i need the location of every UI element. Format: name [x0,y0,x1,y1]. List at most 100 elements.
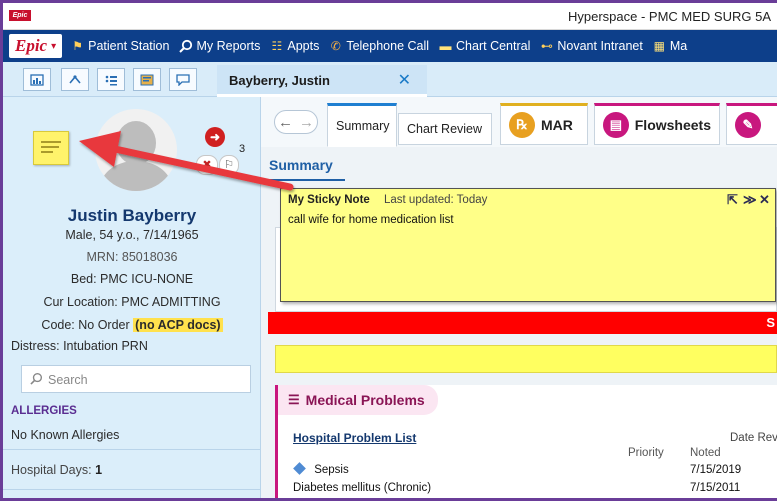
patient-storyboard: ➜ ✖ ⚐ 3 Justin Bayberry Male, 54 y.o., 7… [3,97,261,498]
workspace-tab-row: Bayberry, Justin ✕ [3,62,777,97]
alert-banner[interactable]: S [268,312,777,334]
toolbar-item-label: Chart Central [456,39,531,53]
hospital-days-value: 1 [95,463,103,477]
toolbar-item-label: Telephone Call [346,39,430,53]
toolbar-item-label: Patient Station [88,39,170,53]
toolbar-item-label: Novant Intranet [557,39,643,53]
flag-count: 3 [239,143,246,155]
toolbar-chart-central[interactable]: ▬ Chart Central [438,39,531,53]
dashboard-icon[interactable] [23,68,51,91]
back-arrow-icon[interactable]: ← [278,114,293,131]
search-icon [30,372,43,388]
chevron-down-icon: ▾ [51,40,57,52]
patient-mrn: MRN: 85018036 [86,250,178,264]
epic-logo: Epic [15,36,48,55]
toolbar-patient-station[interactable]: ⚑ Patient Station [70,39,169,53]
hospital-problem-list-link[interactable]: Hospital Problem List [293,431,416,445]
sticky-note-text[interactable]: call wife for home medication list [288,214,454,226]
distress-status: Distress: Intubation PRN [11,339,148,353]
tab-label: Chart Review [407,122,483,136]
hospital-days-label: Hospital Days: [11,463,92,477]
patient-tab-name: Bayberry, Justin [229,73,330,88]
column-priority: Priority [628,447,664,459]
binoculars-icon: ⊷ [540,39,553,53]
patient-bed: Bed: PMC ICU-NONE [70,272,194,286]
telephone-icon: ✆ [330,39,341,53]
toolbar-item-label: Appts [287,39,320,53]
window-title: Hyperspace - PMC MED SURG 5A [568,9,771,24]
tab-summary[interactable]: Summary [327,103,397,147]
toolbar-item-label: My Reports [196,39,261,53]
tab-chart-review[interactable]: Chart Review [398,113,492,145]
pin-icon[interactable]: ⇱ [727,192,738,208]
patient-demographics: Male, 54 y.o., 7/14/1965 [65,228,199,242]
problem-marker-icon [293,462,306,475]
patient-lists-icon[interactable] [61,68,89,91]
close-icon[interactable]: ✕ [398,70,411,90]
toolbar-novant-intranet[interactable]: ⊷ Novant Intranet [539,39,643,53]
section-title: Medical Problems [305,392,425,408]
toolbar-telephone-call[interactable]: ✆ Telephone Call [328,39,429,53]
hyperspace-window: Epic Hyperspace - PMC MED SURG 5A Epic ▾… [3,3,777,498]
sticky-note-icon[interactable] [33,131,69,165]
column-noted: Noted [690,447,721,459]
code-status[interactable]: Code: No Order (no ACP docs) [3,318,261,332]
main-toolbar: Epic ▾ ⚑ Patient Station My Reports ☷ Ap… [3,30,777,62]
calendar-icon: ▦ [653,39,666,53]
tab-label: MAR [541,117,573,133]
activity-icon: ✎ [735,112,761,138]
toolbar-appts[interactable]: ☷ Appts [269,39,319,53]
tab-flowsheets[interactable]: ▤ Flowsheets [594,103,720,145]
toolbar-item-label: Ma [669,39,688,53]
epic-app-icon: Epic [9,10,31,21]
toolbar-ma[interactable]: ▦ Ma [652,39,688,53]
search-placeholder: Search [48,373,88,387]
activity-tab-bar: ← → Summary Chart Review ℞ MAR ▤ Flowshe… [261,97,777,147]
schedule-icon[interactable] [133,68,161,91]
patient-station-icon: ⚑ [72,39,84,53]
divider [3,489,261,490]
problem-list-icon: ☰ [288,392,300,407]
chat-icon[interactable] [169,68,197,91]
chart-central-icon: ▬ [439,39,452,53]
tab-next[interactable]: ✎ [726,103,777,145]
storyboard-search-input[interactable]: Search [21,365,251,393]
sticky-note-updated: Last updated: Today [384,194,488,206]
sticky-note-title: My Sticky Note [288,194,370,206]
alert-banner-text: S [766,315,775,330]
allergies-value: No Known Allergies [11,428,120,442]
notice-banner[interactable] [275,345,777,373]
isolation-icon[interactable]: ✖ [196,155,218,175]
tab-label: Summary [336,119,390,133]
appointments-icon: ☷ [271,39,283,53]
search-icon [178,39,193,53]
forward-arrow-icon[interactable]: → [299,114,314,131]
mar-icon: ℞ [509,112,535,138]
title-underline [261,179,345,181]
allergies-heading[interactable]: ALLERGIES [11,405,77,417]
collapse-icon[interactable]: ≫ [743,192,757,208]
flowsheets-icon: ▤ [603,112,629,138]
problem-name: Sepsis [314,464,349,476]
history-navigation[interactable]: ← → [274,110,318,134]
column-date-reviewed: Date Revie [730,432,777,444]
medical-problems-section: ☰ Medical Problems Hospital Problem List… [275,385,777,498]
close-icon[interactable]: ✕ [759,192,770,208]
problem-row[interactable]: Sepsis 7/15/2019 [293,462,777,479]
problem-row[interactable]: Diabetes mellitus (Chronic) 7/15/2011 [293,481,777,497]
patient-tab[interactable]: Bayberry, Justin ✕ [217,65,427,97]
problem-noted: 7/15/2011 [690,482,741,494]
acp-badge: (no ACP docs) [133,318,223,332]
tab-mar[interactable]: ℞ MAR [500,103,588,145]
medical-problems-header[interactable]: ☰ Medical Problems [278,385,438,415]
sticky-note-popup[interactable]: My Sticky Note Last updated: Today call … [280,188,776,302]
hospital-days: Hospital Days: 1 [11,463,102,477]
toolbar-my-reports[interactable]: My Reports [178,39,260,53]
title-bar: Epic Hyperspace - PMC MED SURG 5A [3,3,777,30]
patient-name[interactable]: Justin Bayberry [3,206,261,226]
avatar[interactable] [95,109,177,191]
in-basket-icon[interactable] [97,68,125,91]
epic-menu-button[interactable]: Epic ▾ [9,34,63,58]
flag-icon[interactable]: ⚐ [219,155,239,175]
alert-icon[interactable]: ➜ [205,127,225,147]
